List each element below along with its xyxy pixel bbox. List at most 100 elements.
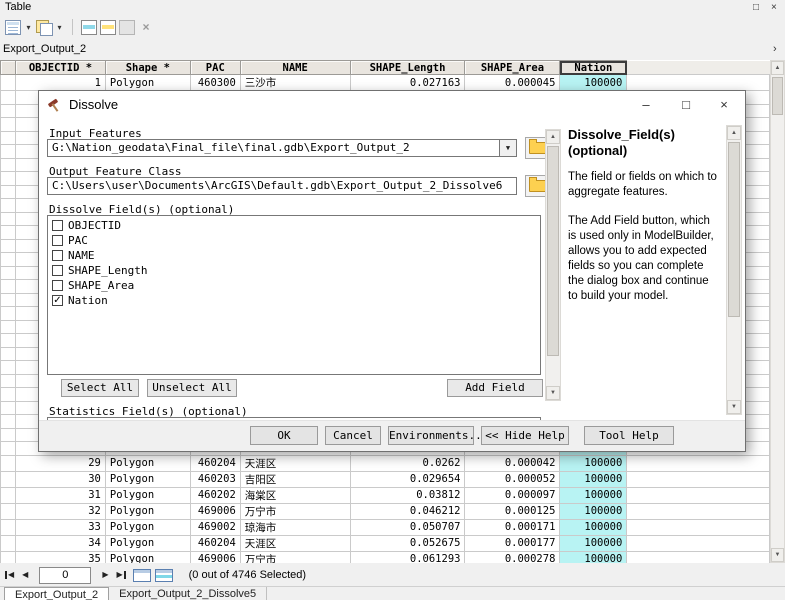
- last-record-button[interactable]: ▶: [116, 570, 126, 580]
- form-scrollbar[interactable]: ▲ ▼: [545, 129, 561, 401]
- cell[interactable]: 琼海市: [240, 519, 350, 535]
- environments-button[interactable]: Environments...: [388, 426, 474, 445]
- table-options-caret-icon[interactable]: ▾: [24, 23, 33, 32]
- combo-dropdown-icon[interactable]: ▼: [499, 140, 516, 156]
- select-all-button[interactable]: Select All: [61, 379, 139, 397]
- table-panel-tab[interactable]: Export_Output_2: [3, 43, 86, 55]
- scrollbar-thumb[interactable]: [728, 142, 740, 317]
- row-selector[interactable]: [1, 280, 16, 294]
- scrollbar-thumb[interactable]: [547, 146, 559, 356]
- cell[interactable]: 0.061293: [350, 551, 465, 563]
- field-item-nation[interactable]: ✓Nation: [48, 293, 540, 308]
- cell[interactable]: 0.0262: [350, 455, 465, 471]
- ok-button[interactable]: OK: [250, 426, 318, 445]
- cell[interactable]: 460300: [190, 75, 240, 91]
- cell[interactable]: Polygon: [105, 75, 190, 91]
- cell[interactable]: 天涯区: [240, 455, 350, 471]
- help-scrollbar[interactable]: ▲ ▼: [726, 125, 742, 415]
- related-tables-icon[interactable]: [36, 20, 52, 35]
- cell[interactable]: 0.000125: [465, 503, 560, 519]
- row-selector[interactable]: [1, 212, 16, 226]
- row-selector[interactable]: [1, 401, 16, 415]
- dissolve-fields-listbox[interactable]: OBJECTIDPACNAMESHAPE_LengthSHAPE_Area✓Na…: [47, 215, 541, 375]
- checkbox-unchecked-icon[interactable]: [52, 220, 63, 231]
- row-selector[interactable]: [1, 199, 16, 213]
- row-selector[interactable]: [1, 104, 16, 118]
- column-header-shape-length[interactable]: SHAPE_Length: [350, 61, 465, 75]
- row-selector[interactable]: [1, 307, 16, 321]
- cell[interactable]: 469006: [190, 551, 240, 563]
- cell[interactable]: 0.03812: [350, 487, 465, 503]
- input-features-combobox[interactable]: G:\Nation_geodata\Final_file\final.gdb\E…: [47, 139, 517, 157]
- checkbox-unchecked-icon[interactable]: [52, 265, 63, 276]
- row-selector[interactable]: [1, 347, 16, 361]
- cell[interactable]: 100000: [560, 503, 627, 519]
- output-feature-class-field[interactable]: C:\Users\user\Documents\ArcGIS\Default.g…: [47, 177, 517, 195]
- cell[interactable]: 34: [15, 535, 105, 551]
- checkbox-unchecked-icon[interactable]: [52, 280, 63, 291]
- checkbox-unchecked-icon[interactable]: [52, 235, 63, 246]
- scroll-up-icon[interactable]: ▲: [727, 126, 741, 140]
- cell[interactable]: 0.000045: [465, 75, 560, 91]
- cell[interactable]: 万宁市: [240, 551, 350, 563]
- row-selector[interactable]: [1, 320, 16, 334]
- bottom-tab-export-output-2-dissolve5[interactable]: Export_Output_2_Dissolve5: [109, 587, 267, 600]
- cell[interactable]: 460204: [190, 535, 240, 551]
- cell[interactable]: 0.027163: [350, 75, 465, 91]
- unselect-all-button[interactable]: Unselect All: [147, 379, 237, 397]
- cell[interactable]: 29: [15, 455, 105, 471]
- row-selector[interactable]: [1, 131, 16, 145]
- column-header-name[interactable]: NAME: [240, 61, 350, 75]
- window-maximize-icon[interactable]: □: [753, 0, 759, 15]
- next-record-button[interactable]: ▶: [102, 570, 108, 580]
- row-selector[interactable]: [1, 455, 16, 471]
- field-item-pac[interactable]: PAC: [48, 233, 540, 248]
- cell[interactable]: Polygon: [105, 535, 190, 551]
- row-selector[interactable]: [1, 361, 16, 375]
- row-selector[interactable]: [1, 185, 16, 199]
- scroll-up-icon[interactable]: ▲: [546, 130, 560, 144]
- cell[interactable]: 0.029654: [350, 471, 465, 487]
- cell[interactable]: 100000: [560, 551, 627, 563]
- cell[interactable]: 35: [15, 551, 105, 563]
- column-header-shape[interactable]: Shape *: [105, 61, 190, 75]
- add-field-button[interactable]: Add Field: [447, 379, 543, 397]
- row-selector[interactable]: [1, 374, 16, 388]
- cell[interactable]: 0.000177: [465, 535, 560, 551]
- cell[interactable]: Polygon: [105, 455, 190, 471]
- row-selector[interactable]: [1, 519, 16, 535]
- column-header-nation[interactable]: Nation: [560, 61, 627, 75]
- scroll-down-icon[interactable]: ▼: [546, 386, 560, 400]
- row-selector[interactable]: [1, 253, 16, 267]
- cell[interactable]: 0.050707: [350, 519, 465, 535]
- cell[interactable]: 0.000171: [465, 519, 560, 535]
- row-selector[interactable]: [1, 334, 16, 348]
- cell[interactable]: Polygon: [105, 503, 190, 519]
- cell[interactable]: 0.000052: [465, 471, 560, 487]
- cell[interactable]: 469002: [190, 519, 240, 535]
- cell[interactable]: 天涯区: [240, 535, 350, 551]
- cell[interactable]: 100000: [560, 519, 627, 535]
- cell[interactable]: 469006: [190, 503, 240, 519]
- highlight-selected-icon[interactable]: [81, 20, 97, 35]
- row-selector[interactable]: [1, 428, 16, 442]
- column-header-shape-area[interactable]: SHAPE_Area: [465, 61, 560, 75]
- checkbox-checked-icon[interactable]: ✓: [52, 295, 63, 306]
- cell[interactable]: 30: [15, 471, 105, 487]
- row-selector[interactable]: [1, 442, 16, 456]
- previous-record-button[interactable]: ◀: [22, 570, 28, 580]
- field-item-objectid[interactable]: OBJECTID: [48, 218, 540, 233]
- checkbox-unchecked-icon[interactable]: [52, 250, 63, 261]
- tool-help-button[interactable]: Tool Help: [584, 426, 674, 445]
- cell[interactable]: Polygon: [105, 551, 190, 563]
- tab-scroll-chevron-icon[interactable]: ›: [773, 43, 777, 55]
- hide-help-button[interactable]: << Hide Help: [481, 426, 569, 445]
- window-close-icon[interactable]: ×: [771, 0, 777, 15]
- cell[interactable]: 0.000097: [465, 487, 560, 503]
- switch-selection-icon[interactable]: [100, 20, 116, 35]
- dialog-titlebar[interactable]: Dissolve – □ ×: [39, 91, 745, 119]
- show-selected-records-icon[interactable]: [155, 569, 173, 582]
- cell[interactable]: 1: [15, 75, 105, 91]
- row-selector[interactable]: [1, 266, 16, 280]
- cell[interactable]: 三沙市: [240, 75, 350, 91]
